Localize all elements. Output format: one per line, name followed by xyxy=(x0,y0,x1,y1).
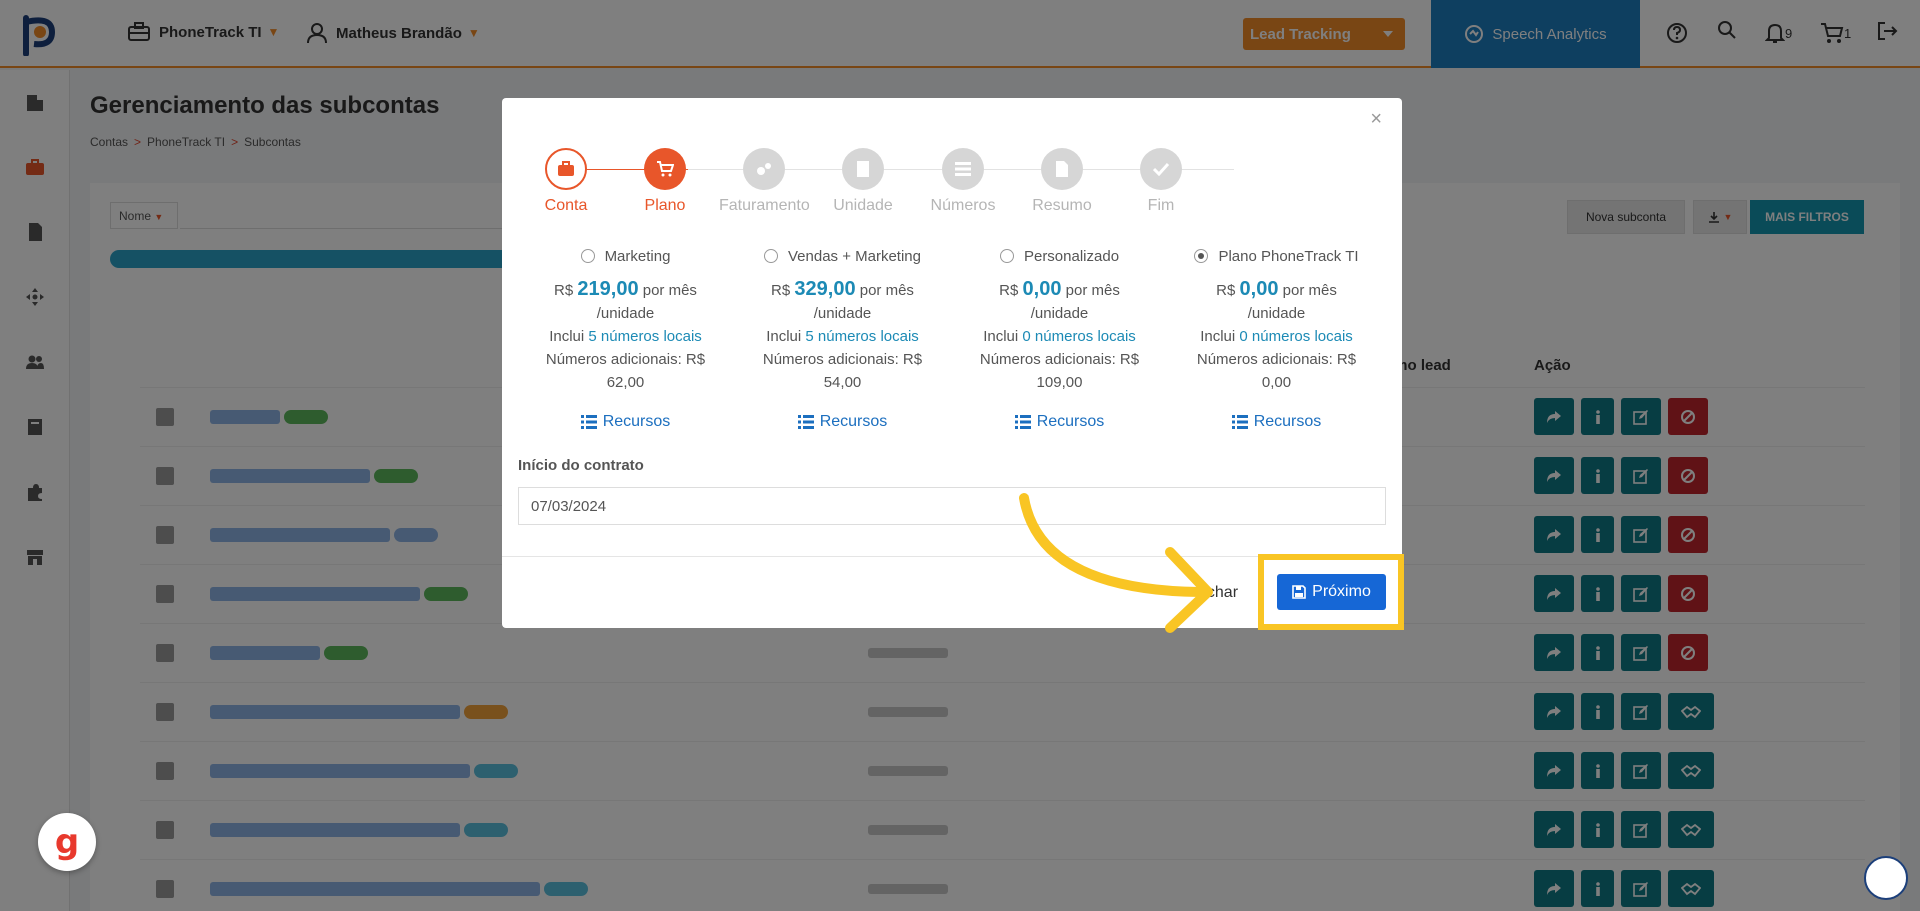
contract-start-label: Início do contrato xyxy=(518,457,644,474)
plan-options: Marketing R$ 219,00 por mês/unidade Inclui… xyxy=(517,245,1387,433)
plan-includes: Inclui 0 números locais xyxy=(1200,328,1353,345)
list-icon xyxy=(797,414,814,429)
new-subaccount-modal: × Conta Plano Faturamento Unidade Números Res… xyxy=(502,98,1402,628)
step-label: Resumo xyxy=(1032,197,1092,214)
included-numbers-link[interactable]: 5 números locais xyxy=(805,328,918,345)
radio-button[interactable] xyxy=(580,249,595,263)
plan-card: Vendas + Marketing R$ 329,00 por mês/unid… xyxy=(734,245,951,433)
plan-includes: Inclui 5 números locais xyxy=(766,328,919,345)
step-label: Plano xyxy=(644,197,686,214)
tutorial-arrow xyxy=(1019,493,1213,633)
included-numbers-link[interactable]: 5 números locais xyxy=(588,328,701,345)
gears-icon xyxy=(743,148,785,190)
radio-button[interactable] xyxy=(999,249,1014,263)
check-icon xyxy=(1140,148,1182,190)
resources-link[interactable]: Recursos xyxy=(1168,410,1385,433)
plan-radio-option[interactable]: Personalizado xyxy=(951,245,1168,268)
step-faturamento: Faturamento xyxy=(719,148,810,215)
support-chat-bubble[interactable] xyxy=(1864,856,1908,900)
plan-name: Personalizado xyxy=(1023,248,1120,265)
list-icon xyxy=(1014,414,1031,429)
step-conta: Conta xyxy=(521,148,611,215)
plan-extra-value: 109,00 xyxy=(1036,374,1083,391)
plan-unit: /unidade xyxy=(1030,305,1089,322)
plan-card: Personalizado R$ 0,00 por mês/unidade Incl… xyxy=(951,245,1168,433)
plan-name: Marketing xyxy=(604,248,671,265)
plan-includes: Inclui 5 números locais xyxy=(549,328,702,345)
plan-includes: Inclui 0 números locais xyxy=(983,328,1136,345)
step-label: Fim xyxy=(1147,197,1175,214)
plan-extra-value: 54,00 xyxy=(823,374,862,391)
plan-card: Marketing R$ 219,00 por mês/unidade Inclui… xyxy=(517,245,734,433)
resources-link[interactable]: Recursos xyxy=(517,410,734,433)
resources-link[interactable]: Recursos xyxy=(734,410,951,433)
plan-unit: /unidade xyxy=(596,305,655,322)
included-numbers-link[interactable]: 0 números locais xyxy=(1022,328,1135,345)
plan-price: R$ 0,00 por mês xyxy=(999,278,1120,300)
plan-extra: Números adicionais: R$ xyxy=(545,351,706,368)
plan-radio-option[interactable]: Vendas + Marketing xyxy=(734,245,951,268)
plan-unit: /unidade xyxy=(813,305,872,322)
plan-extra: Números adicionais: R$ xyxy=(762,351,923,368)
step-label: Números xyxy=(930,197,996,214)
included-numbers-link[interactable]: 0 números locais xyxy=(1239,328,1352,345)
close-icon[interactable]: × xyxy=(1370,108,1382,131)
briefcase-icon xyxy=(545,148,587,190)
step-label: Unidade xyxy=(833,197,893,214)
plan-radio-option[interactable]: Plano PhoneTrack TI xyxy=(1168,245,1385,268)
resources-link[interactable]: Recursos xyxy=(951,410,1168,433)
plan-extra-value: 0,00 xyxy=(1261,374,1292,391)
plan-radio-option[interactable]: Marketing xyxy=(517,245,734,268)
plan-price: R$ 219,00 por mês xyxy=(554,278,697,300)
plan-unit: /unidade xyxy=(1247,305,1306,322)
plan-name: Plano PhoneTrack TI xyxy=(1218,248,1359,265)
plan-price: R$ 329,00 por mês xyxy=(771,278,914,300)
plan-extra: Números adicionais: R$ xyxy=(1196,351,1357,368)
document-icon xyxy=(1041,148,1083,190)
step-números: Números xyxy=(918,148,1008,215)
plan-extra: Números adicionais: R$ xyxy=(979,351,1140,368)
step-label: Faturamento xyxy=(719,197,810,214)
step-unidade: Unidade xyxy=(818,148,908,215)
list-icon xyxy=(580,414,597,429)
step-resumo: Resumo xyxy=(1017,148,1107,215)
cart-icon xyxy=(644,148,686,190)
plan-extra-value: 62,00 xyxy=(606,374,645,391)
step-plano: Plano xyxy=(620,148,710,215)
radio-button[interactable] xyxy=(1194,249,1209,263)
tutorial-highlight-box xyxy=(1258,554,1404,630)
plan-name: Vendas + Marketing xyxy=(787,248,921,265)
list-icon xyxy=(942,148,984,190)
step-label: Conta xyxy=(544,197,588,214)
building-icon xyxy=(842,148,884,190)
step-fim: Fim xyxy=(1116,148,1206,215)
list-icon xyxy=(1231,414,1248,429)
g2-badge[interactable]: g xyxy=(38,813,96,871)
plan-price: R$ 0,00 por mês xyxy=(1216,278,1337,300)
plan-card: Plano PhoneTrack TI R$ 0,00 por mês/unida… xyxy=(1168,245,1385,433)
radio-button[interactable] xyxy=(763,249,778,263)
